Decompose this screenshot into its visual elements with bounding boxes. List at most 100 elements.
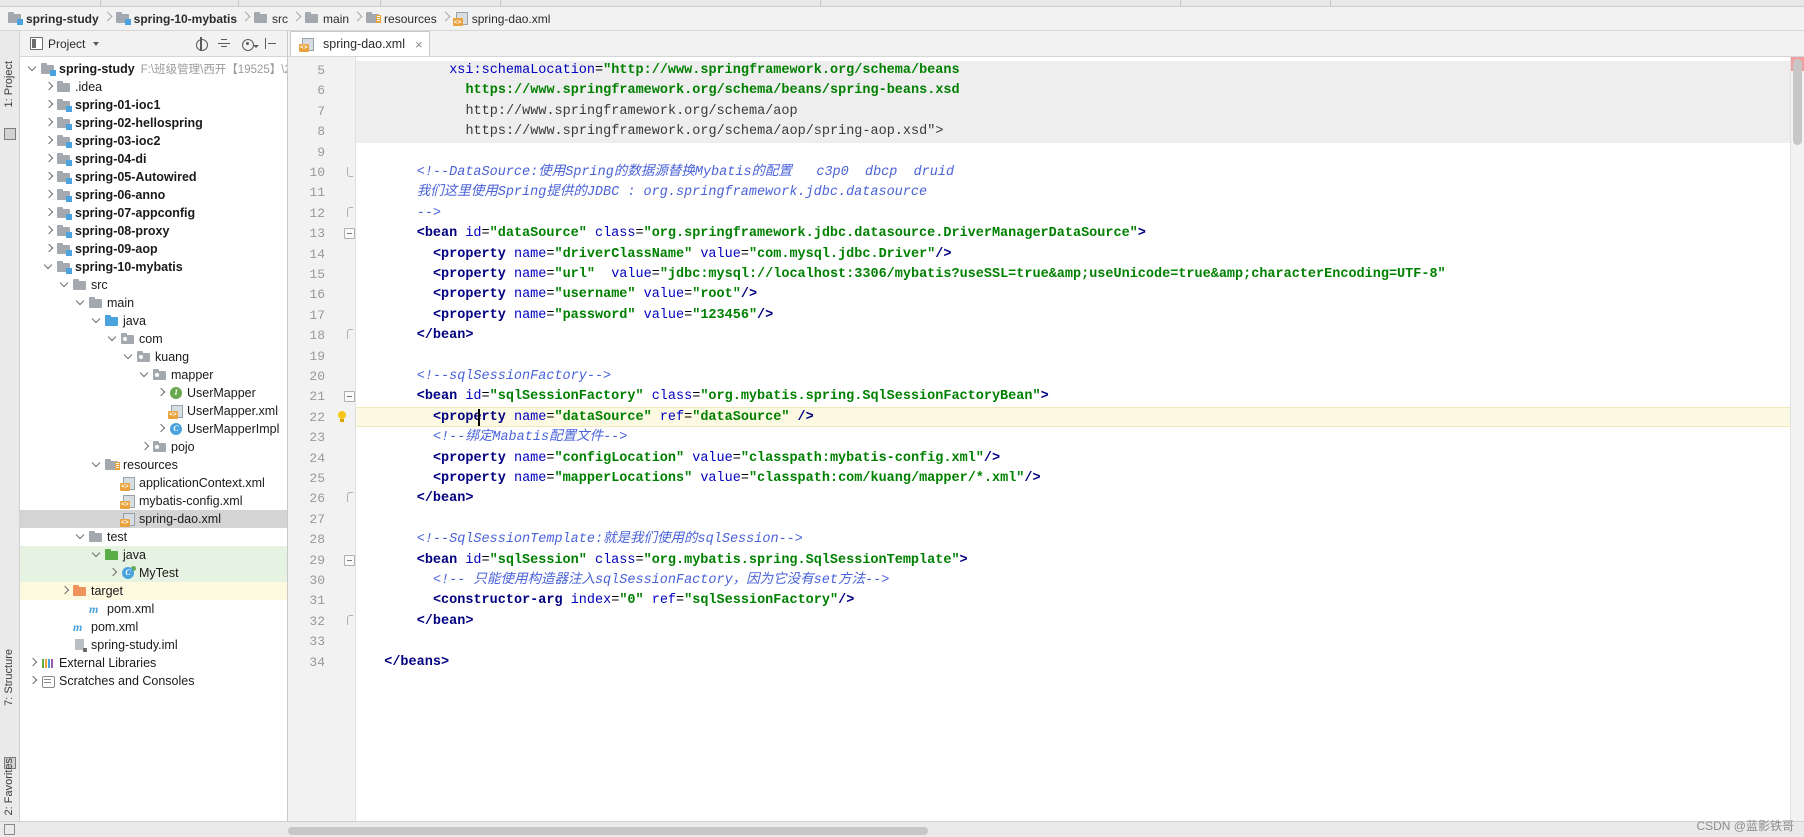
collapse-arrow-icon[interactable]	[90, 457, 104, 473]
code-line[interactable]: </beans>	[384, 653, 449, 673]
expand-arrow-icon[interactable]	[42, 205, 56, 221]
code-fold-end-icon[interactable]	[344, 206, 355, 217]
breadcrumb-item-spring-study[interactable]: spring-study	[4, 8, 103, 30]
tree-node-external-libraries[interactable]: External Libraries	[20, 654, 287, 672]
expand-arrow-icon[interactable]	[42, 223, 56, 239]
code-line[interactable]: <constructor-arg index="0" ref="sqlSessi…	[433, 591, 854, 611]
code-line[interactable]: <property name="password" value="123456"…	[433, 306, 773, 326]
tree-node-spring-06-anno[interactable]: spring-06-anno	[20, 186, 287, 204]
tree-node-applicationcontext-xml[interactable]: <> applicationContext.xml	[20, 474, 287, 492]
code-fold-toggle-icon[interactable]	[344, 228, 355, 240]
code-line[interactable]: xsi:schemaLocation="http://www.springfra…	[449, 61, 959, 81]
code-fold-end-icon[interactable]	[344, 328, 355, 339]
tree-node-pom-xml[interactable]: m pom.xml	[20, 600, 287, 618]
collapse-arrow-icon[interactable]	[58, 277, 72, 293]
collapse-arrow-icon[interactable]	[90, 547, 104, 563]
code-line[interactable]: </bean>	[417, 489, 474, 509]
expand-arrow-icon[interactable]	[138, 439, 152, 455]
breadcrumb-item-main[interactable]: main	[301, 8, 353, 30]
collapse-all-icon[interactable]	[217, 37, 231, 51]
expand-arrow-icon[interactable]	[42, 169, 56, 185]
tree-node--idea[interactable]: .idea	[20, 78, 287, 96]
tree-node-java[interactable]: java	[20, 312, 287, 330]
expand-arrow-icon[interactable]	[42, 151, 56, 167]
tree-node-pojo[interactable]: pojo	[20, 438, 287, 456]
tree-node-spring-03-ioc2[interactable]: spring-03-ioc2	[20, 132, 287, 150]
tree-node-usermapperimpl[interactable]: C UserMapperImpl	[20, 420, 287, 438]
tree-node-spring-02-hellospring[interactable]: spring-02-hellospring	[20, 114, 287, 132]
scroll-from-source-icon[interactable]	[194, 36, 208, 51]
tree-node-mapper[interactable]: mapper	[20, 366, 287, 384]
code-line[interactable]: <property name="driverClassName" value="…	[433, 245, 952, 265]
chevron-down-icon[interactable]	[93, 41, 100, 46]
expand-arrow-icon[interactable]	[42, 133, 56, 149]
code-line[interactable]: <property name="dataSource" ref="dataSou…	[433, 408, 814, 428]
tree-node-spring-10-mybatis[interactable]: spring-10-mybatis	[20, 258, 287, 276]
collapse-arrow-icon[interactable]	[90, 313, 104, 329]
tree-node-spring-study-iml[interactable]: spring-study.iml	[20, 636, 287, 654]
code-line[interactable]: </bean>	[417, 326, 474, 346]
collapse-arrow-icon[interactable]	[74, 529, 88, 545]
project-tree[interactable]: spring-study F:\班级管理\西开【19525】\2、代码 .idea s…	[20, 57, 287, 821]
horizontal-scrollbar-thumb[interactable]	[288, 827, 928, 835]
collapse-arrow-icon[interactable]	[74, 295, 88, 311]
expand-arrow-icon[interactable]	[154, 421, 168, 437]
tree-node-test[interactable]: test	[20, 528, 287, 546]
tree-node-spring-07-appconfig[interactable]: spring-07-appconfig	[20, 204, 287, 222]
tree-node-spring-dao-xml[interactable]: <> spring-dao.xml	[20, 510, 287, 528]
breadcrumb-item-resources[interactable]: resources	[362, 8, 441, 30]
tool-window-icon-top[interactable]	[4, 128, 16, 140]
expand-arrow-icon[interactable]	[58, 583, 72, 599]
tree-node-com[interactable]: com	[20, 330, 287, 348]
project-panel-title-group[interactable]: Project	[24, 37, 100, 51]
breadcrumb-item-src[interactable]: src	[250, 8, 292, 30]
expand-arrow-icon[interactable]	[42, 97, 56, 113]
expand-arrow-icon[interactable]	[154, 385, 168, 401]
tree-node-usermapper[interactable]: I UserMapper	[20, 384, 287, 402]
tree-node-spring-05-autowired[interactable]: spring-05-Autowired	[20, 168, 287, 186]
code-line[interactable]: <bean id="sqlSession" class="org.mybatis…	[417, 551, 968, 571]
tree-node-mytest[interactable]: C MyTest	[20, 564, 287, 582]
tool-window-favorites-label[interactable]: 2: Favorites	[3, 758, 15, 815]
tree-node-usermapper-xml[interactable]: <> UserMapper.xml	[20, 402, 287, 420]
tree-node-main[interactable]: main	[20, 294, 287, 312]
tree-node-spring-01-ioc1[interactable]: spring-01-ioc1	[20, 96, 287, 114]
tree-node-resources[interactable]: resources	[20, 456, 287, 474]
expand-arrow-icon[interactable]	[42, 115, 56, 131]
code-line[interactable]: <property name="username" value="root"/>	[433, 285, 757, 305]
expand-arrow-icon[interactable]	[42, 187, 56, 203]
collapse-arrow-icon[interactable]	[42, 259, 56, 275]
code-line[interactable]: <!-- 只能使用构造器注入sqlSessionFactory，因为它没有set…	[433, 571, 889, 591]
tree-node-pom-xml[interactable]: m pom.xml	[20, 618, 287, 636]
tree-node-mybatis-config-xml[interactable]: <> mybatis-config.xml	[20, 492, 287, 510]
expand-arrow-icon[interactable]	[26, 673, 40, 689]
favorites-icon[interactable]	[4, 824, 15, 835]
code-line[interactable]: <property name="url" value="jdbc:mysql:/…	[433, 265, 1446, 285]
scrollbar-thumb[interactable]	[1793, 59, 1802, 145]
code-fold-toggle-icon[interactable]	[344, 167, 355, 178]
code-fold-toggle-icon[interactable]	[344, 554, 355, 566]
tool-window-structure-label[interactable]: 7: Structure	[3, 649, 15, 706]
code-line[interactable]: <!--sqlSessionFactory-->	[417, 367, 611, 387]
collapse-arrow-icon[interactable]	[106, 331, 120, 347]
tree-node-scratches-and-consoles[interactable]: Scratches and Consoles	[20, 672, 287, 690]
code-line[interactable]: <property name="mapperLocations" value="…	[433, 469, 1041, 489]
code-line[interactable]: <bean id="sqlSessionFactory" class="org.…	[417, 387, 1049, 407]
editor-gutter[interactable]: 5 6 7 8 9 10 11 12 13 14 15 16 17 18 19 20 21 22 23 24 25 26 2…	[288, 57, 356, 821]
expand-arrow-icon[interactable]	[42, 241, 56, 257]
code-fold-end-icon[interactable]	[344, 614, 355, 625]
expand-arrow-icon[interactable]	[42, 79, 56, 95]
expand-arrow-icon[interactable]	[26, 655, 40, 671]
tree-node-target[interactable]: target	[20, 582, 287, 600]
code-line[interactable]: </bean>	[417, 612, 474, 632]
code-line[interactable]: <!--SqlSessionTemplate:就是我们使用的sqlSession…	[417, 530, 803, 550]
editor-tab-spring-dao-xml[interactable]: <> spring-dao.xml ×	[290, 31, 430, 56]
code-line[interactable]: https://www.springframework.org/schema/b…	[465, 81, 959, 101]
code-line[interactable]: <!--DataSource:使用Spring的数据源替换Mybatis的配置 …	[417, 163, 954, 183]
code-line[interactable]: <bean id="dataSource" class="org.springf…	[417, 224, 1146, 244]
code-line[interactable]: <!--绑定Mabatis配置文件-->	[433, 428, 627, 448]
collapse-arrow-icon[interactable]	[122, 349, 136, 365]
tool-window-project-label[interactable]: 1: Project	[3, 61, 15, 107]
close-icon[interactable]: ×	[415, 38, 423, 51]
tree-node-spring-04-di[interactable]: spring-04-di	[20, 150, 287, 168]
